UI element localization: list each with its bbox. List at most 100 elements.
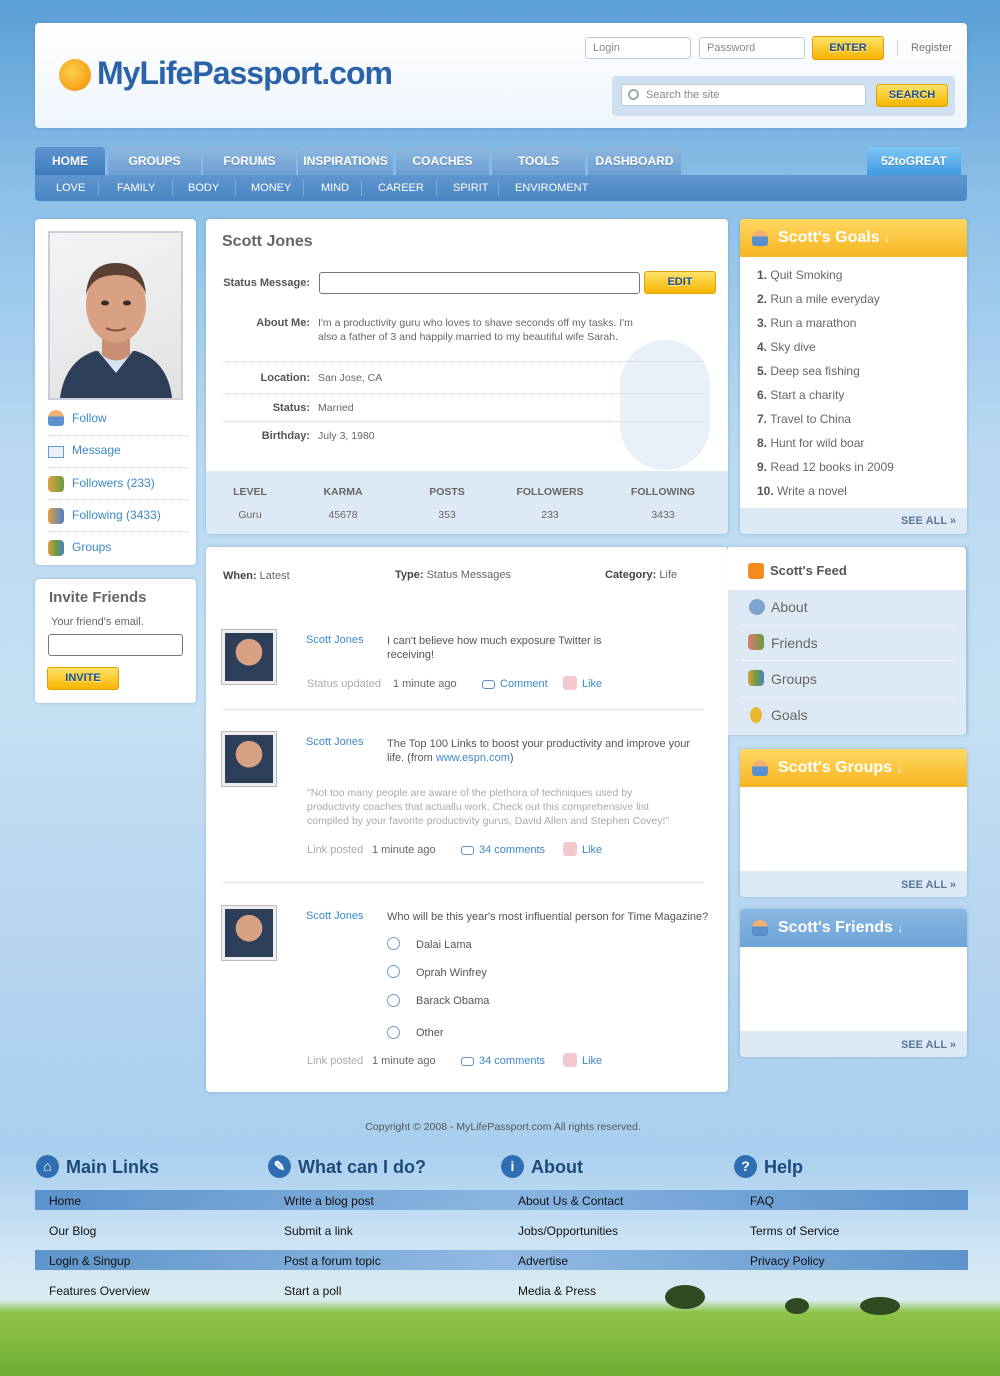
- footer-link-blog[interactable]: Our Blog: [49, 1224, 96, 1238]
- tab-52togreat[interactable]: 52toGREAT: [867, 147, 961, 175]
- logo[interactable]: MyLifePassport.com: [59, 53, 409, 95]
- filter-type[interactable]: Type: Status Messages: [395, 569, 511, 581]
- footer-link-login[interactable]: Login & Singup: [49, 1254, 130, 1268]
- groups-header[interactable]: Scott's Groups ↓: [740, 749, 967, 787]
- goal-item[interactable]: 1. Quit Smoking: [757, 268, 842, 282]
- post-avatar[interactable]: [221, 629, 277, 685]
- tab-home[interactable]: HOME: [35, 147, 105, 175]
- subnav-family[interactable]: FAMILY: [117, 182, 155, 194]
- search-input[interactable]: Search the site: [621, 84, 866, 106]
- feed-about-link[interactable]: About: [771, 599, 808, 615]
- filter-when[interactable]: When: Latest: [223, 570, 290, 582]
- about-label: About Me:: [256, 317, 310, 329]
- tab-coaches[interactable]: COACHES: [396, 147, 489, 175]
- post-avatar[interactable]: [221, 905, 277, 961]
- poll-radio[interactable]: [387, 1026, 400, 1039]
- enter-button[interactable]: ENTER: [812, 36, 884, 60]
- subnav-spirit[interactable]: SPIRIT: [453, 182, 488, 194]
- poll-radio[interactable]: [387, 965, 400, 978]
- feed-friends-link[interactable]: Friends: [771, 635, 818, 651]
- status-message-input[interactable]: [319, 272, 640, 294]
- search-button[interactable]: SEARCH: [876, 84, 948, 107]
- tab-forums[interactable]: FORUMS: [203, 147, 296, 175]
- footer-link-jobs[interactable]: Jobs/Opportunities: [518, 1224, 618, 1238]
- password-input[interactable]: Password: [699, 37, 805, 59]
- feed-divider: [742, 660, 954, 661]
- footer-link-forum[interactable]: Post a forum topic: [284, 1254, 381, 1268]
- stat-karma-value: 45678: [328, 509, 358, 521]
- comments-link[interactable]: 34 comments: [479, 844, 545, 856]
- tab-groups[interactable]: GROUPS: [108, 147, 201, 175]
- tab-inspirations[interactable]: INSPIRATIONS: [298, 147, 393, 175]
- goal-item[interactable]: 3. Run a marathon: [757, 316, 856, 330]
- filter-category[interactable]: Category: Life: [605, 569, 677, 581]
- goal-item[interactable]: 2. Run a mile everyday: [757, 292, 880, 306]
- friends-header[interactable]: Scott's Friends ↓: [740, 909, 967, 947]
- login-input[interactable]: Login: [585, 37, 691, 59]
- poll-radio[interactable]: [387, 994, 400, 1007]
- edit-status-button[interactable]: EDIT: [644, 271, 716, 294]
- subnav-money[interactable]: MONEY: [251, 182, 291, 194]
- goal-item[interactable]: 7. Travel to China: [757, 412, 851, 426]
- goal-item[interactable]: 5. Deep sea fishing: [757, 364, 860, 378]
- poll-radio[interactable]: [387, 937, 400, 950]
- subnav-career[interactable]: CAREER: [378, 182, 424, 194]
- post-author-link[interactable]: Scott Jones: [306, 736, 363, 748]
- invite-email-input[interactable]: [48, 634, 183, 656]
- goals-header[interactable]: Scott's Goals ↓: [740, 219, 967, 257]
- register-link[interactable]: Register: [911, 42, 952, 54]
- friends-title: Scott's Friends: [778, 919, 893, 936]
- logo-icon: [59, 59, 91, 91]
- footer-link-home[interactable]: Home: [49, 1194, 81, 1208]
- post-text-suffix: ): [509, 752, 514, 764]
- comments-link[interactable]: 34 comments: [479, 1055, 545, 1067]
- footer-link-about[interactable]: About Us & Contact: [518, 1194, 623, 1208]
- feed-goals-link[interactable]: Goals: [771, 707, 808, 723]
- invite-button[interactable]: INVITE: [47, 667, 119, 690]
- footer-link-submit[interactable]: Submit a link: [284, 1224, 353, 1238]
- like-link[interactable]: Like: [582, 678, 602, 690]
- footer-link-media[interactable]: Media & Press: [518, 1284, 596, 1298]
- footer-link-poll[interactable]: Start a poll: [284, 1284, 341, 1298]
- post-avatar[interactable]: [221, 731, 277, 787]
- subnav-mind[interactable]: MIND: [321, 182, 349, 194]
- goal-item[interactable]: 6. Start a charity: [757, 388, 844, 402]
- subnav-environment[interactable]: ENVIROMENT: [515, 182, 588, 194]
- tab-tools[interactable]: TOOLS: [492, 147, 585, 175]
- goal-item[interactable]: 4. Sky dive: [757, 340, 816, 354]
- follow-link[interactable]: Follow: [72, 411, 107, 425]
- goal-item[interactable]: 8. Hunt for wild boar: [757, 436, 864, 450]
- tab-dashboard[interactable]: DASHBOARD: [588, 147, 681, 175]
- footer-link-advertise[interactable]: Advertise: [518, 1254, 568, 1268]
- friends-see-all-link[interactable]: SEE ALL »: [901, 1039, 956, 1051]
- subnav-love[interactable]: LOVE: [56, 182, 85, 194]
- message-link[interactable]: Message: [72, 443, 121, 457]
- footer-link-privacy[interactable]: Privacy Policy: [750, 1254, 825, 1268]
- goal-item[interactable]: 10. Write a novel: [757, 484, 847, 498]
- post-author-link[interactable]: Scott Jones: [306, 910, 363, 922]
- groups-icon: [748, 670, 764, 686]
- poll-option-label: Dalai Lama: [416, 939, 472, 951]
- footer-link-blog-post[interactable]: Write a blog post: [284, 1194, 374, 1208]
- following-link[interactable]: Following (3433): [72, 508, 161, 522]
- post-author-link[interactable]: Scott Jones: [306, 634, 363, 646]
- source-link[interactable]: www.espn.com: [436, 752, 510, 764]
- feed-title: Scott's Feed: [770, 563, 847, 578]
- stat-level-label: LEVEL: [233, 486, 267, 498]
- followers-link[interactable]: Followers (233): [72, 476, 155, 490]
- goal-item[interactable]: 9. Read 12 books in 2009: [757, 460, 894, 474]
- footer-link-terms[interactable]: Terms of Service: [750, 1224, 839, 1238]
- like-link[interactable]: Like: [582, 1055, 602, 1067]
- footer-link-faq[interactable]: FAQ: [750, 1194, 774, 1208]
- footer-link-features[interactable]: Features Overview: [49, 1284, 150, 1298]
- subnav-body[interactable]: BODY: [188, 182, 219, 194]
- feed-groups-link[interactable]: Groups: [771, 671, 817, 687]
- groups-see-all-link[interactable]: SEE ALL »: [901, 879, 956, 891]
- profile-divider: [222, 421, 703, 422]
- post-text-prefix: life. (from: [387, 752, 436, 764]
- comment-icon: [461, 1057, 474, 1066]
- groups-link[interactable]: Groups: [72, 540, 111, 554]
- like-link[interactable]: Like: [582, 844, 602, 856]
- comment-link[interactable]: Comment: [500, 678, 548, 690]
- goals-see-all-link[interactable]: SEE ALL »: [901, 515, 956, 527]
